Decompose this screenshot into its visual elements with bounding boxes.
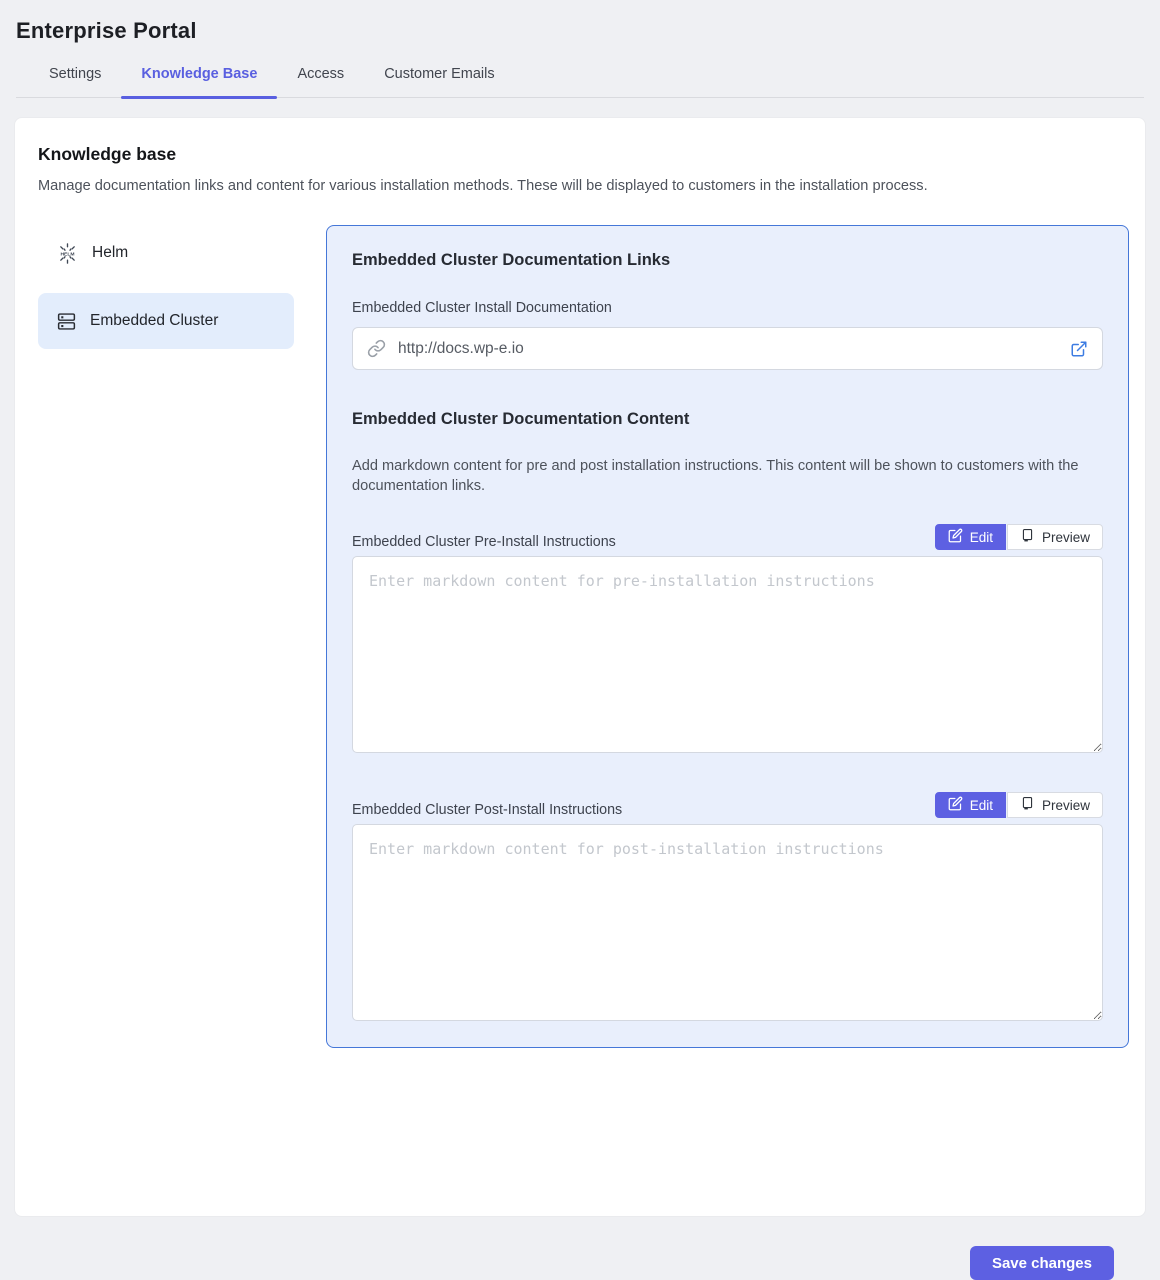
preview-icon: [1020, 528, 1035, 546]
edit-icon: [948, 528, 963, 546]
svg-text:HELM: HELM: [60, 251, 74, 257]
preview-icon: [1020, 796, 1035, 814]
page-title: Enterprise Portal: [16, 18, 1144, 44]
section-title: Knowledge base: [38, 144, 1129, 165]
preview-button[interactable]: Preview: [1007, 792, 1103, 818]
post-install-label: Embedded Cluster Post-Install Instructio…: [352, 802, 622, 818]
embedded-cluster-panel: Embedded Cluster Documentation Links Emb…: [326, 225, 1129, 1048]
edit-icon: [948, 796, 963, 814]
edit-button[interactable]: Edit: [935, 792, 1006, 818]
helm-logo-icon: HELM: [56, 242, 79, 265]
preview-button[interactable]: Preview: [1007, 524, 1103, 550]
external-link-icon[interactable]: [1070, 340, 1088, 358]
sidebar-item-label: Helm: [92, 244, 128, 262]
install-doc-url-input[interactable]: [396, 339, 1060, 359]
pre-install-editor-toggle: Edit Preview: [935, 524, 1103, 550]
app-header: Enterprise Portal Settings Knowledge Bas…: [0, 0, 1160, 98]
knowledge-base-card: Knowledge base Manage documentation link…: [14, 117, 1146, 1217]
tab-bar: Settings Knowledge Base Access Customer …: [16, 66, 1144, 98]
doc-content-heading: Embedded Cluster Documentation Content: [352, 410, 1103, 429]
tab-knowledge-base[interactable]: Knowledge Base: [121, 66, 277, 97]
tab-customer-emails[interactable]: Customer Emails: [364, 66, 514, 97]
install-doc-url-box: [352, 327, 1103, 370]
pre-install-label: Embedded Cluster Pre-Install Instruction…: [352, 534, 616, 550]
sidebar-item-helm[interactable]: HELM Helm: [38, 225, 294, 281]
doc-content-description: Add markdown content for pre and post in…: [352, 456, 1103, 496]
pre-install-textarea[interactable]: [352, 556, 1103, 753]
section-description: Manage documentation links and content f…: [38, 178, 1129, 194]
tab-settings[interactable]: Settings: [29, 66, 121, 97]
server-stack-icon: [56, 311, 77, 332]
tab-access[interactable]: Access: [277, 66, 364, 97]
post-install-editor-toggle: Edit Preview: [935, 792, 1103, 818]
post-install-label-row: Embedded Cluster Post-Install Instructio…: [352, 792, 1103, 818]
install-method-nav: HELM Helm Embedded Cluster: [38, 225, 294, 361]
link-icon: [367, 339, 386, 358]
save-changes-button[interactable]: Save changes: [970, 1246, 1114, 1280]
sidebar-item-label: Embedded Cluster: [90, 312, 218, 330]
doc-links-heading: Embedded Cluster Documentation Links: [352, 251, 1103, 270]
install-doc-label: Embedded Cluster Install Documentation: [352, 300, 1103, 316]
edit-button[interactable]: Edit: [935, 524, 1006, 550]
pre-install-label-row: Embedded Cluster Pre-Install Instruction…: [352, 524, 1103, 550]
content-row: HELM Helm Embedded Cluster Embedde: [38, 225, 1129, 1048]
post-install-textarea[interactable]: [352, 824, 1103, 1021]
sidebar-item-embedded-cluster[interactable]: Embedded Cluster: [38, 293, 294, 349]
